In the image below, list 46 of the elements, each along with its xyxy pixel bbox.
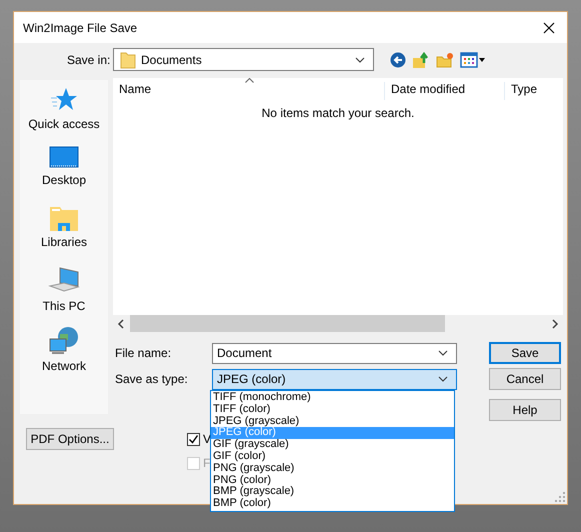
close-icon[interactable] <box>543 22 555 34</box>
file-type-option[interactable]: BMP (grayscale) <box>211 486 454 498</box>
column-header[interactable]: Name <box>113 82 385 100</box>
file-type-option[interactable]: GIF (color) <box>211 450 454 463</box>
file-type-option[interactable]: PNG (color) <box>211 474 454 486</box>
column-header[interactable]: Date modified <box>385 82 505 100</box>
file-type-option[interactable]: JPEG (grayscale) <box>211 416 454 428</box>
back-icon[interactable] <box>390 52 406 68</box>
place-item[interactable]: Network <box>42 326 86 386</box>
dialog-button[interactable]: Cancel <box>489 368 561 390</box>
save-in-dropdown[interactable]: Documents <box>113 48 374 71</box>
save-in-label: Save in: <box>67 52 112 66</box>
folder-icon <box>49 206 79 232</box>
window-title: Win2Image File Save <box>23 20 138 34</box>
place-item[interactable]: This PC <box>42 266 86 326</box>
column-header[interactable]: Type <box>505 82 538 100</box>
empty-message: No items match your search. <box>262 106 414 120</box>
file-type-option[interactable]: TIFF (monochrome) <box>211 392 454 404</box>
chevron-icon <box>438 350 448 356</box>
checkbox[interactable] <box>187 432 200 446</box>
new-folder-icon[interactable] <box>436 52 454 68</box>
file-name-field[interactable]: Document <box>212 342 457 364</box>
chevron-icon <box>355 56 365 62</box>
place-item[interactable]: Desktop <box>42 146 86 206</box>
monitor-icon <box>49 146 79 170</box>
file-type-dropdown[interactable]: JPEG (color) <box>212 368 457 390</box>
folder-icon <box>120 50 136 68</box>
save-as-type-label: Save as type: <box>114 372 189 386</box>
checkbox-label: F <box>203 456 210 470</box>
file-type-option[interactable]: TIFF (color) <box>211 404 454 416</box>
chevron-icon <box>438 376 448 382</box>
pdf-options-button[interactable]: PDF Options... <box>26 428 114 450</box>
checkbox-label: V <box>203 432 212 446</box>
resize-grip-icon[interactable] <box>555 492 565 502</box>
scrollbar-thumb[interactable] <box>130 315 445 332</box>
place-item[interactable]: Quick access <box>28 86 100 146</box>
file-type-option[interactable]: PNG (grayscale) <box>211 462 454 475</box>
dialog-button[interactable]: Help <box>489 399 561 421</box>
network-icon <box>48 326 80 356</box>
file-name-label: File name: <box>114 346 172 360</box>
dialog-button[interactable]: Save <box>489 342 561 364</box>
view-menu-icon[interactable] <box>460 52 486 68</box>
file-type-option[interactable]: BMP (color) <box>211 498 454 510</box>
file-type-option[interactable]: GIF (grayscale) <box>211 439 454 451</box>
up-folder-icon[interactable] <box>412 50 430 68</box>
place-item[interactable]: Libraries <box>40 206 88 266</box>
